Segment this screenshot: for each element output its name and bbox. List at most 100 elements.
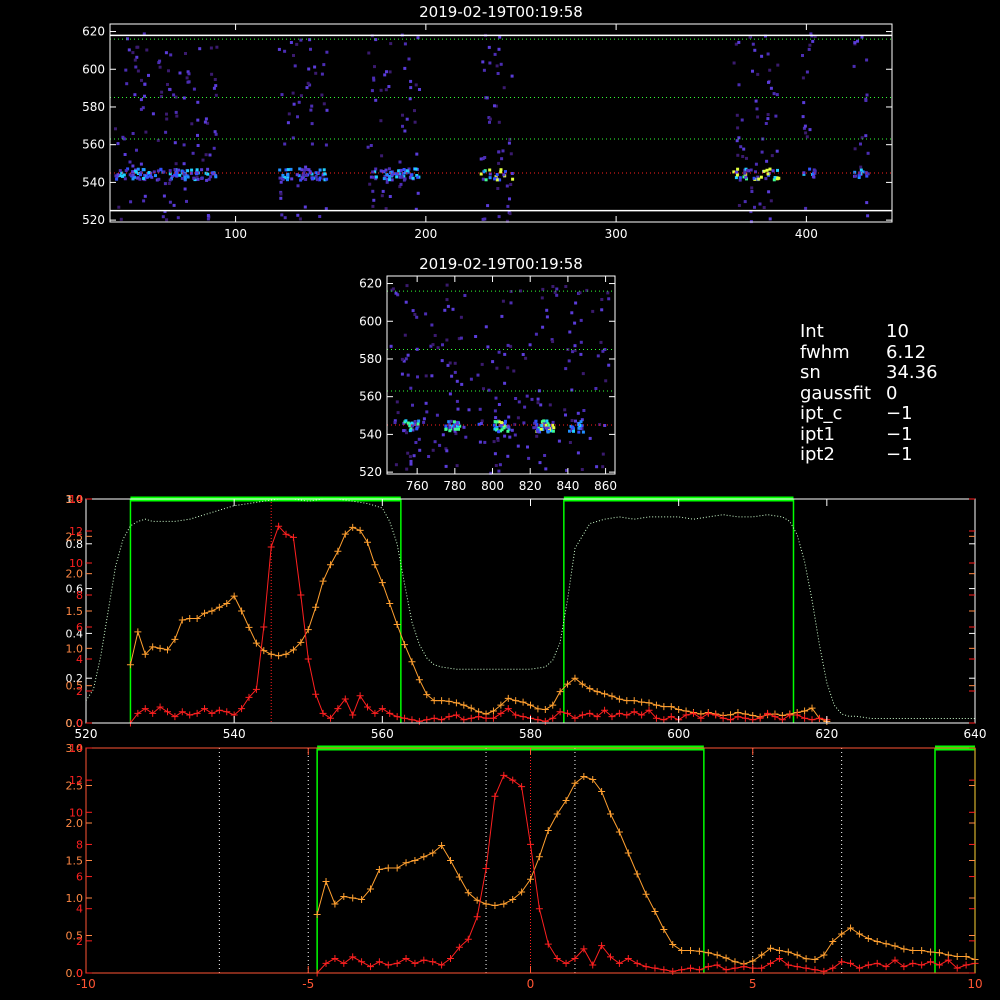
intensity-pixel	[164, 51, 168, 55]
intensity-pixel	[433, 440, 437, 444]
intensity-pixel	[201, 158, 205, 162]
intensity-pixel	[125, 82, 129, 86]
intensity-pixel	[601, 452, 605, 456]
intensity-pixel	[400, 175, 404, 179]
intensity-pixel	[140, 78, 143, 82]
intensity-pixel	[599, 340, 603, 344]
intensity-pixel	[289, 167, 293, 171]
x-tick-label: 580	[519, 727, 542, 741]
intensity-pixel	[497, 350, 501, 354]
intensity-pixel	[309, 47, 312, 51]
intensity-pixel	[448, 429, 452, 433]
intensity-pixel	[493, 177, 497, 181]
intensity-pixel	[195, 168, 199, 172]
intensity-pixel	[389, 42, 393, 46]
intensity-pixel	[775, 149, 779, 153]
intensity-pixel	[854, 174, 857, 178]
info-key: Int	[800, 321, 824, 342]
red-y-tick-label: 2	[76, 685, 83, 698]
intensity-pixel	[296, 184, 300, 188]
intensity-pixel	[734, 176, 738, 180]
intensity-pixel	[736, 126, 740, 130]
intensity-pixel	[293, 64, 297, 68]
intensity-pixel	[772, 92, 776, 96]
intensity-pixel	[864, 134, 868, 138]
intensity-pixel	[138, 177, 142, 181]
intensity-pixel	[444, 427, 448, 431]
intensity-pixel	[503, 352, 507, 356]
intensity-pixel	[324, 143, 328, 147]
intensity-pixel	[488, 61, 492, 65]
top-spectrogram-panel: 100 200 300 400 520 540 560 580 600 620 2019-02-19…	[82, 3, 893, 241]
intensity-pixel	[297, 100, 301, 104]
intensity-pixel	[162, 194, 166, 198]
intensity-pixel	[388, 175, 392, 178]
intensity-pixel	[493, 52, 497, 56]
intensity-pixel	[116, 173, 120, 177]
intensity-pixel	[187, 80, 191, 84]
intensity-pixel	[128, 160, 132, 164]
intensity-pixel	[735, 139, 739, 143]
intensity-pixel	[416, 191, 420, 195]
intensity-pixel	[739, 145, 743, 149]
intensity-pixel	[483, 440, 487, 444]
intensity-pixel	[444, 464, 448, 468]
intensity-pixel	[186, 175, 190, 179]
intensity-pixel	[380, 154, 384, 158]
intensity-pixel	[740, 118, 744, 122]
intensity-pixel	[204, 117, 208, 121]
intensity-pixel	[405, 169, 409, 173]
intensity-pixel	[745, 156, 748, 160]
intensity-pixel	[577, 430, 581, 434]
intensity-pixel	[510, 172, 514, 175]
intensity-pixel	[283, 216, 287, 220]
intensity-pixel	[551, 420, 555, 424]
intensity-pixel	[139, 107, 143, 111]
intensity-pixel	[812, 168, 816, 172]
intensity-pixel	[573, 344, 577, 348]
middle-spectrogram-panel: 760 780 800 820 840 860 520 540 560 580 600 620 2019…	[359, 255, 617, 493]
intensity-pixel	[503, 434, 507, 438]
intensity-pixel	[455, 399, 459, 403]
intensity-pixel	[403, 177, 407, 181]
intensity-pixel	[445, 338, 449, 342]
intensity-pixel	[154, 174, 157, 178]
intensity-pixel	[769, 199, 773, 203]
intensity-pixel	[310, 104, 314, 108]
intensity-pixel	[212, 86, 216, 90]
intensity-pixel	[322, 168, 326, 172]
intensity-pixel	[459, 315, 463, 319]
info-row: gaussfit 0	[800, 383, 938, 405]
intensity-pixel	[499, 62, 503, 66]
intensity-pixel	[279, 180, 283, 184]
intensity-pixel	[534, 332, 538, 336]
y-tick-label: 620	[359, 277, 382, 291]
intensity-pixel	[143, 94, 146, 98]
intensity-pixel	[425, 410, 429, 414]
intensity-pixel	[167, 182, 171, 185]
red-y-tick-label: 6	[76, 621, 83, 634]
intensity-pixel	[114, 127, 117, 131]
y-tick-label: 580	[82, 100, 105, 114]
intensity-pixel	[522, 421, 526, 425]
intensity-pixel	[497, 430, 501, 434]
x-tick-label: 560	[371, 727, 394, 741]
x-tick-label: 760	[406, 479, 429, 493]
intensity-pixel	[134, 65, 138, 69]
intensity-pixel	[135, 45, 139, 49]
intensity-pixel	[388, 178, 391, 182]
intensity-pixel	[407, 57, 411, 61]
intensity-pixel	[374, 38, 378, 42]
info-value: −1	[886, 403, 913, 424]
intensity-pixel	[373, 65, 376, 69]
intensity-pixel	[603, 424, 607, 427]
intensity-pixel	[431, 343, 435, 347]
intensity-pixel	[528, 343, 532, 347]
intensity-pixel	[451, 307, 455, 311]
intensity-pixel	[579, 352, 583, 356]
y-tick-label: 560	[359, 390, 382, 404]
intensity-pixel	[804, 131, 808, 135]
intensity-pixel	[411, 403, 414, 407]
intensity-pixel	[536, 401, 540, 405]
intensity-pixel	[484, 325, 488, 329]
